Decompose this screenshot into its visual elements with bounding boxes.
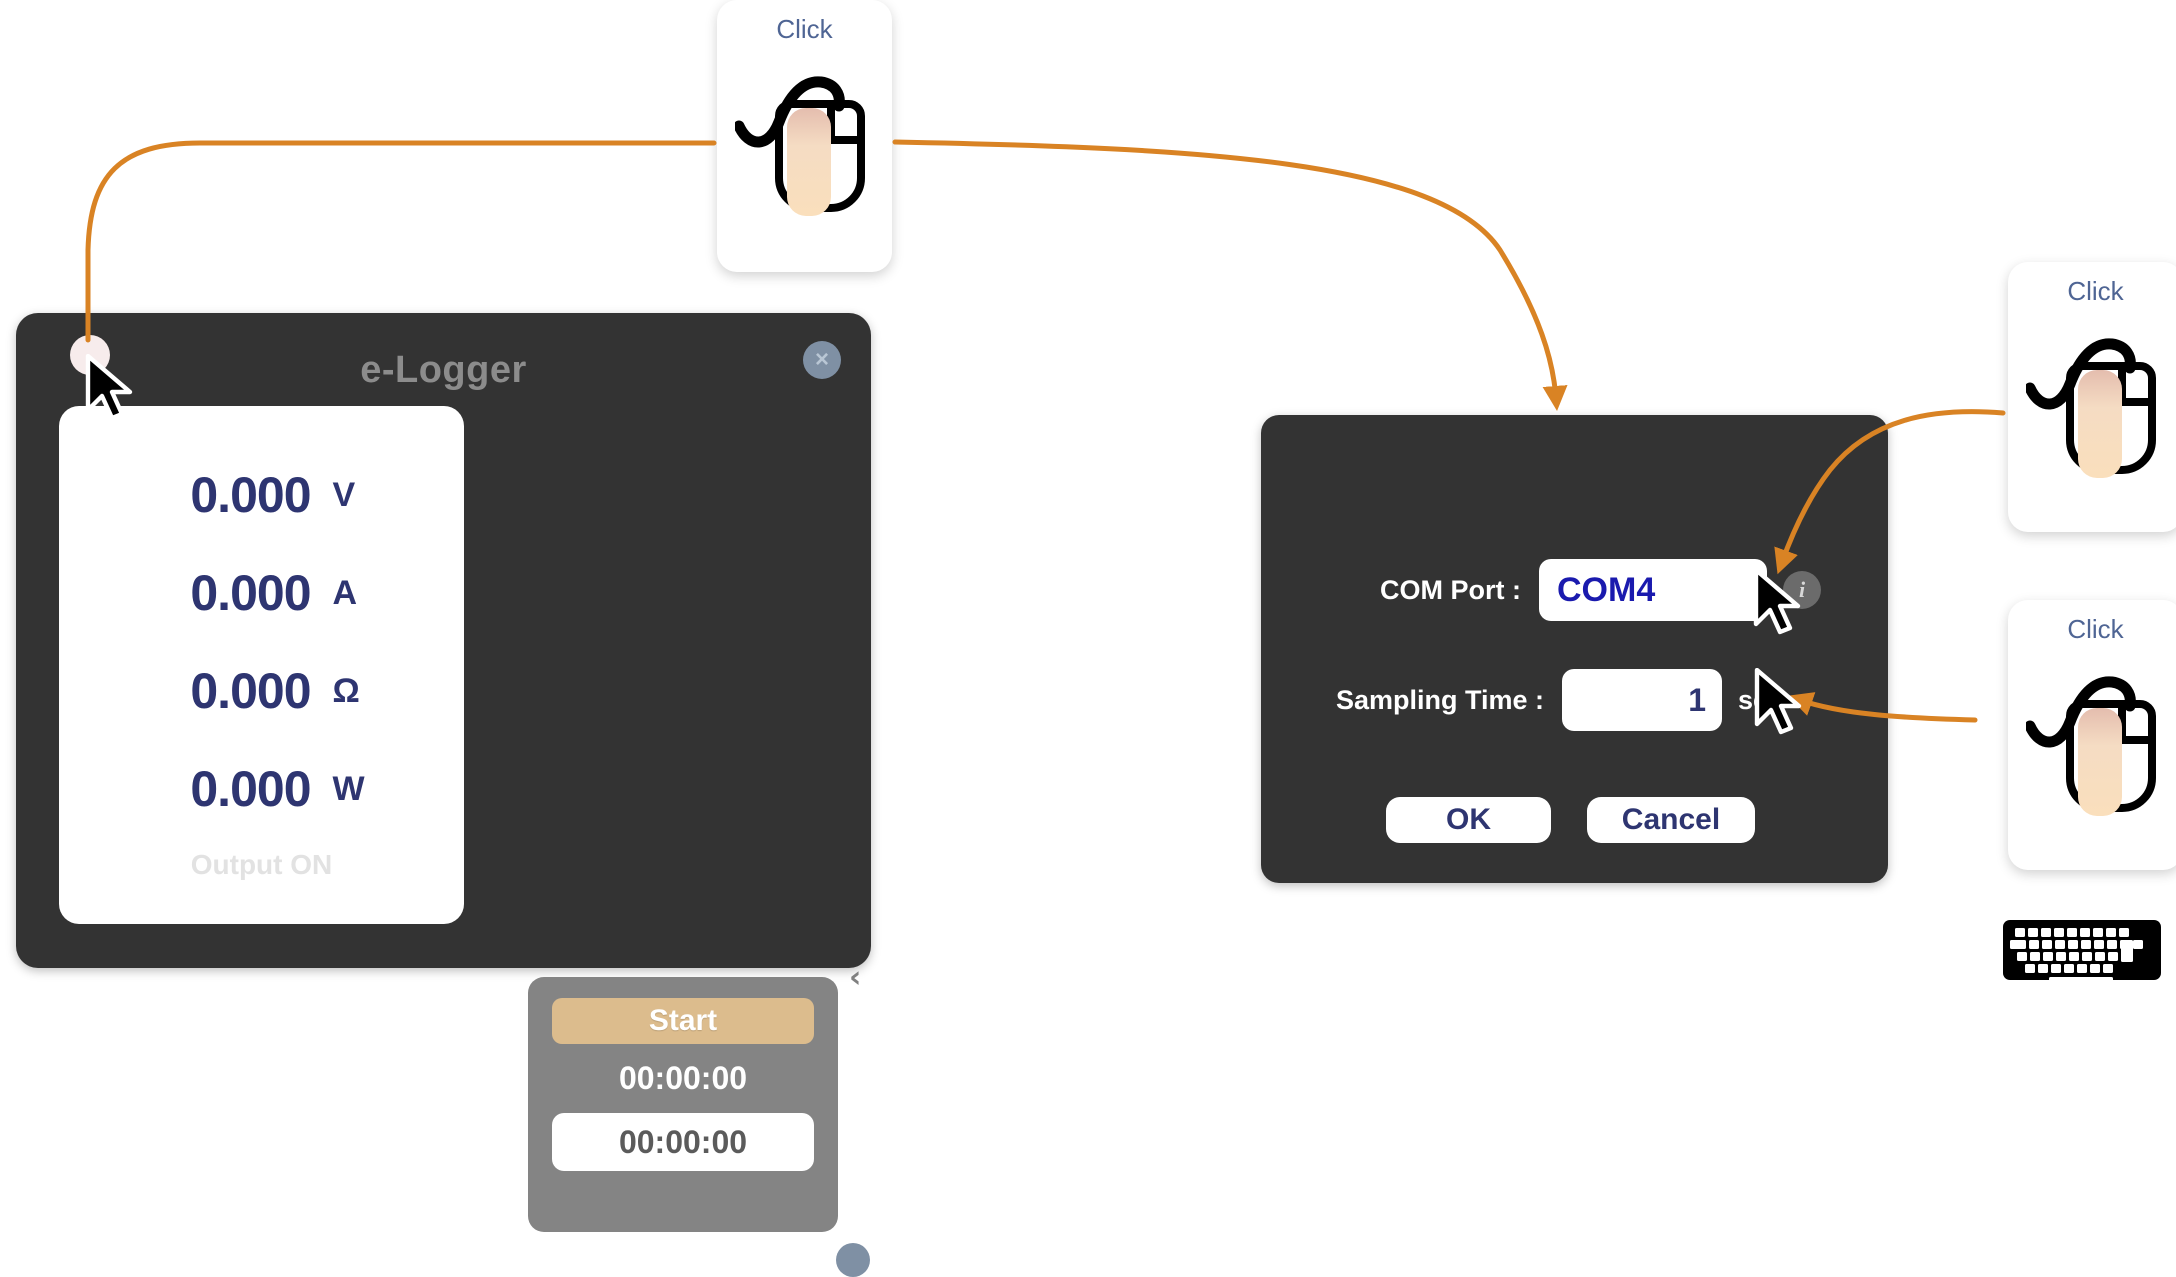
cancel-button[interactable]: Cancel [1587,797,1755,843]
keyboard-key [2041,928,2051,937]
keyboard-key [2090,964,2100,973]
elogger-window: e-Logger × 0.000 V 0.000 A 0.000 Ω 0.000… [16,313,871,1277]
menu-dot-button[interactable] [70,335,110,375]
reading-value-current: 0.000 [190,565,311,621]
com-port-input[interactable]: COM4 [1539,559,1767,621]
settings-dialog: COM Port : COM4 i Sampling Time : 1 sec … [1261,415,1888,883]
com-port-label: COM Port : [1380,574,1521,605]
reading-unit-power: W [332,769,365,808]
sampling-time-input[interactable]: 1 [1562,669,1722,731]
keyboard-key [2010,940,2026,949]
keyboard-key [2080,928,2090,937]
keyboard-key [2094,940,2104,949]
keyboard-key [2108,952,2118,961]
reading-row: 0.000 A [59,558,464,628]
sampling-time-label: Sampling Time : [1335,684,1544,715]
keyboard-key [2029,940,2039,949]
keyboard-key [2068,940,2078,949]
timer-target-input[interactable]: 00:00:00 [552,1113,814,1171]
com-port-row: COM Port : COM4 i [1261,555,1888,625]
click-callout-card: Click [2008,600,2176,870]
keyboard-key [2067,928,2077,937]
click-callout-card: Click [717,0,892,272]
keyboard-key [2064,964,2074,973]
keyboard-key [2107,940,2117,949]
mouse-click-icon [2025,676,2156,816]
keyboard-key [2042,940,2052,949]
keyboard-key [2082,952,2092,961]
keyboard-key-enter [2121,940,2133,962]
ok-button[interactable]: OK [1386,797,1551,843]
sampling-time-unit: sec [1738,684,1784,715]
arrow-to-elogger-menu [85,140,717,343]
keyboard-key [2106,928,2116,937]
mouse-click-icon [2025,338,2156,478]
resize-handle-dot[interactable] [836,1243,870,1277]
readings-panel: 0.000 V 0.000 A 0.000 Ω 0.000 W Output O… [59,406,464,924]
timer-panel: Start 00:00:00 00:00:00 [528,977,838,1232]
keyboard-key [2030,952,2040,961]
click-callout-card: Click [2008,262,2176,532]
output-status-label: Output ON [190,849,333,880]
page-title: e-Logger [360,349,527,391]
keyboard-key [2025,964,2035,973]
reading-row: 0.000 V [59,460,464,530]
keyboard-key [2056,952,2066,961]
keyboard-key [2038,964,2048,973]
keyboard-icon [2003,920,2161,986]
click-callout-label: Click [2067,614,2124,644]
keyboard-key [2015,928,2025,937]
reading-row: 0.000 W [59,754,464,824]
click-callout-label: Click [2067,276,2124,306]
keyboard-key-space [2049,977,2113,986]
close-icon[interactable]: × [803,341,841,379]
sampling-time-row: Sampling Time : 1 sec [1261,665,1888,735]
keyboard-key [2077,964,2087,973]
keyboard-key [2069,952,2079,961]
dialog-button-bar: OK Cancel [1386,797,1755,843]
keyboard-key [2055,940,2065,949]
reading-value-resistance: 0.000 [190,663,311,719]
keyboard-key [2095,952,2105,961]
keyboard-key [2017,952,2027,961]
keyboard-key [2093,928,2103,937]
reading-row: 0.000 Ω [59,656,464,726]
click-callout-label: Click [776,14,833,44]
keyboard-key [2103,964,2113,973]
reading-unit-voltage: V [332,475,356,514]
reading-value-voltage: 0.000 [190,467,311,523]
mouse-click-icon [734,76,865,216]
keyboard-key [2081,940,2091,949]
keyboard-key [2028,928,2038,937]
keyboard-key [2133,940,2143,949]
start-button[interactable]: Start [552,998,814,1044]
reading-unit-resistance: Ω [332,671,360,710]
keyboard-key [2119,928,2129,937]
timer-elapsed-display: 00:00:00 [618,1060,748,1096]
keyboard-key [2043,952,2053,961]
keyboard-key [2054,928,2064,937]
chevron-left-icon[interactable]: ‹ [849,960,861,995]
reading-unit-current: A [332,573,358,612]
keyboard-key [2051,964,2061,973]
arrow-to-settings-dialog [892,139,1568,411]
reading-value-power: 0.000 [190,761,311,817]
info-icon[interactable]: i [1783,571,1821,609]
